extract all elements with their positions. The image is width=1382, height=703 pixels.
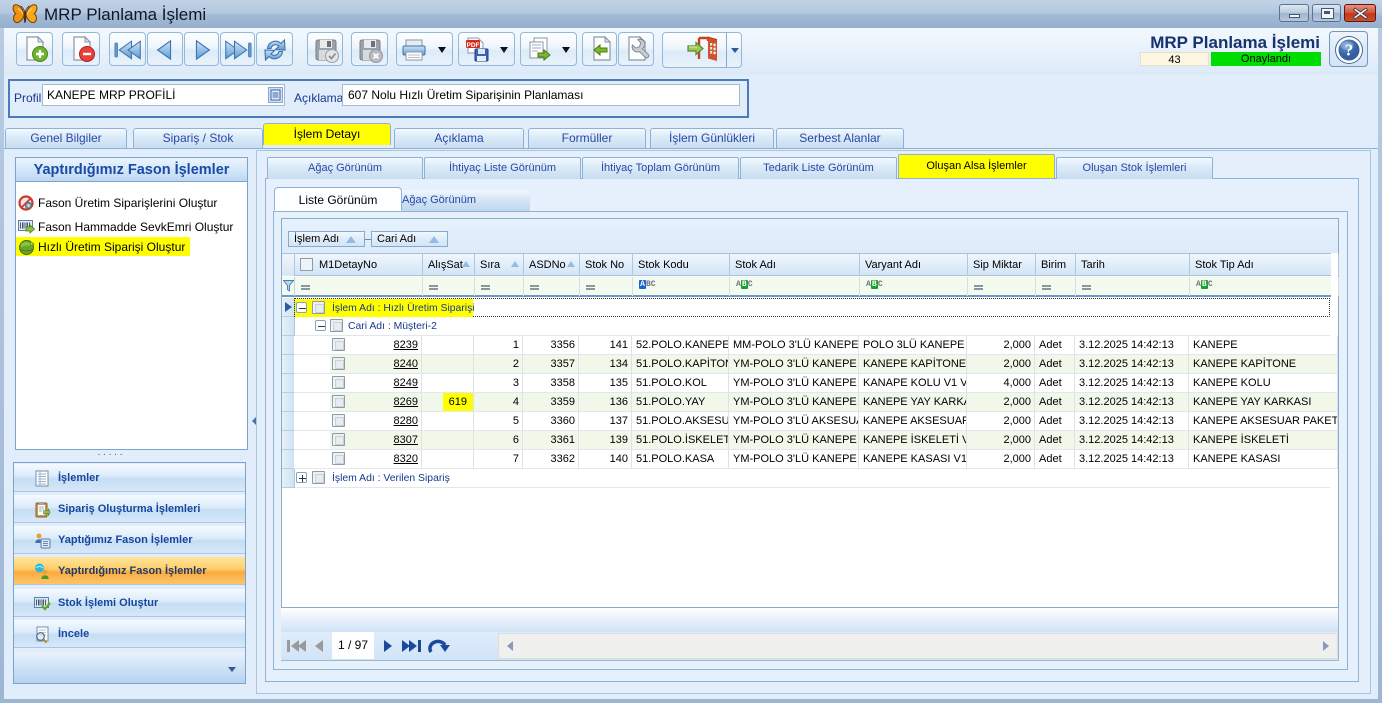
svg-text:?: ? bbox=[1345, 41, 1354, 60]
svg-text:PDF: PDF bbox=[467, 42, 480, 49]
